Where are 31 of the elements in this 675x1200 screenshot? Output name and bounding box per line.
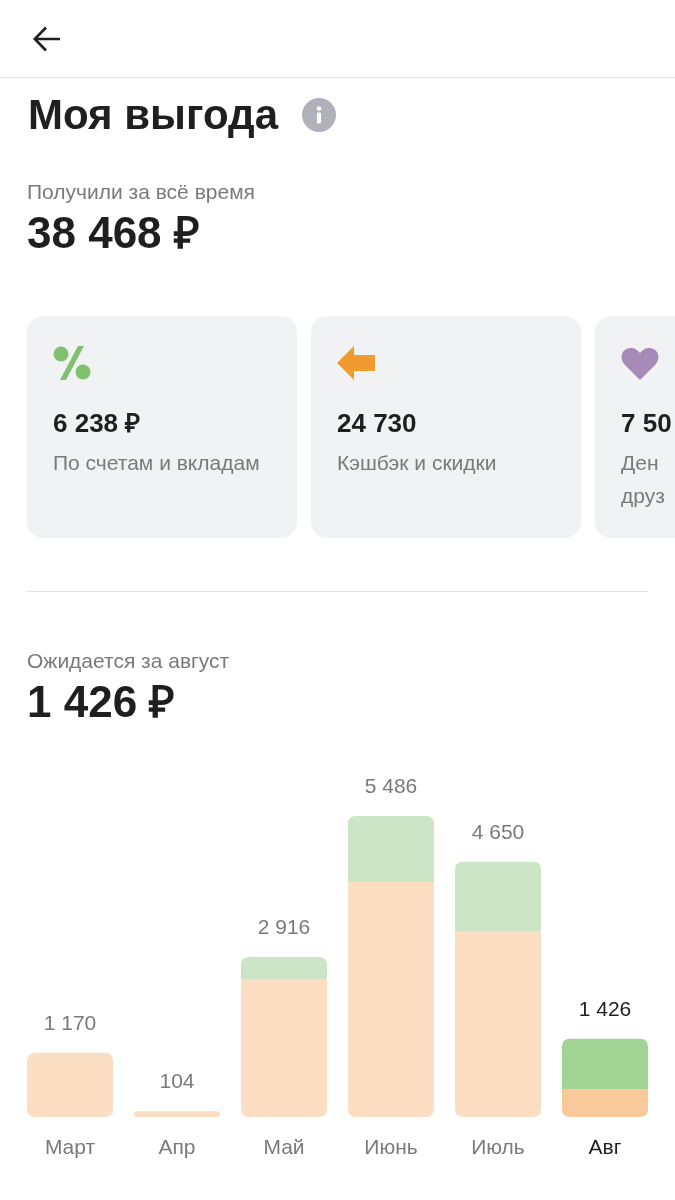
benefit-description: Кэшбэк и скидки xyxy=(337,450,498,476)
value-label: 104 xyxy=(159,1069,195,1093)
value-label: 1 426 xyxy=(578,996,632,1020)
info-icon xyxy=(302,98,336,132)
month-label: Июль xyxy=(471,1135,525,1158)
benefit-card[interactable]: 6 238 ₽ По счетам и вкладам xyxy=(27,316,297,538)
benefit-card[interactable]: 7 50 Ден друз xyxy=(595,316,675,538)
page-title: Моя выгода xyxy=(28,90,278,140)
benefit-amount: 7 50 xyxy=(621,408,673,438)
value-label: 4 650 xyxy=(471,819,525,843)
benefit-amount: 6 238 ₽ xyxy=(53,408,142,438)
value-label: 1 170 xyxy=(43,1010,97,1034)
benefit-description: Ден друз xyxy=(621,450,666,509)
total-amount: 38 468 ₽ xyxy=(27,208,201,258)
forecast-amount: 1 426 ₽ xyxy=(27,677,177,727)
value-label: 2 916 xyxy=(257,915,311,938)
month-label: Март xyxy=(44,1135,96,1158)
percent-icon xyxy=(53,346,91,380)
benefit-card[interactable]: 24 730 Кэшбэк и скидки xyxy=(311,316,581,538)
benefit-description: По счетам и вкладам xyxy=(53,450,261,476)
back-arrow-icon xyxy=(33,25,61,52)
month-label: Май xyxy=(263,1135,305,1158)
month-label: Авг xyxy=(588,1135,622,1158)
value-label: 5 486 xyxy=(364,774,418,797)
month-label: Апр xyxy=(158,1135,196,1158)
benefit-amount: 24 730 xyxy=(337,408,418,438)
heart-icon xyxy=(621,346,659,380)
month-label: Июнь xyxy=(364,1135,418,1158)
total-label: Получили за всё время xyxy=(27,179,256,205)
forecast-label: Ожидается за август xyxy=(27,648,231,674)
left-arrow-icon xyxy=(337,346,375,380)
